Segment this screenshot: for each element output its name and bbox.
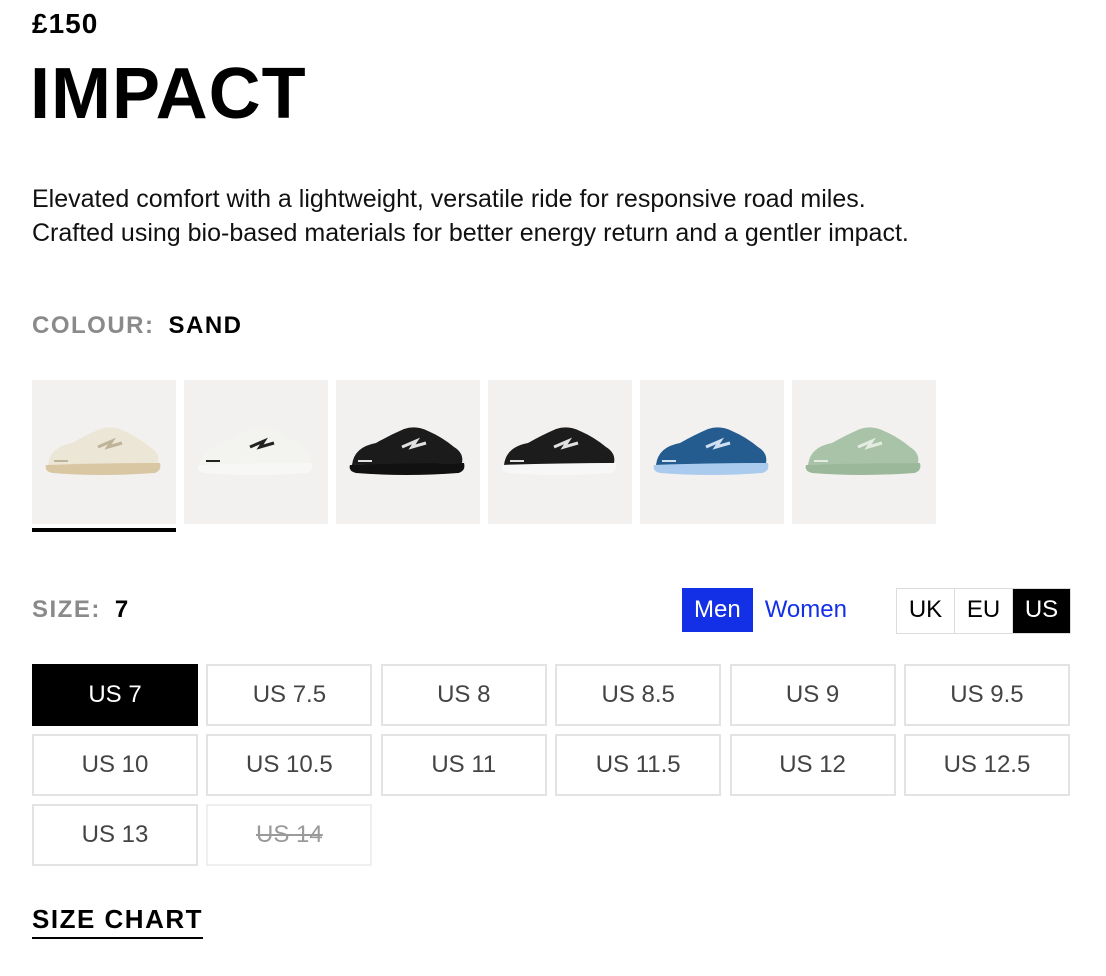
colour-swatch-black[interactable] xyxy=(336,380,480,532)
size-option-button[interactable]: US 11.5 xyxy=(555,734,722,796)
size-option-button[interactable]: US 12 xyxy=(729,734,896,796)
product-title: IMPACT xyxy=(30,54,307,134)
size-unit-toggle: UK EU US xyxy=(896,588,1071,634)
colour-swatch-white-black[interactable] xyxy=(184,380,328,532)
description-line-1: Elevated comfort with a lightweight, ver… xyxy=(32,185,866,213)
gender-option-men[interactable]: Men xyxy=(682,588,753,632)
shoe-icon xyxy=(349,427,465,475)
unit-option-eu[interactable]: EU xyxy=(955,589,1013,633)
size-option-button[interactable]: US 10 xyxy=(32,734,198,796)
shoe-icon xyxy=(805,427,921,475)
shoe-thumbnail xyxy=(184,380,328,524)
size-option-button[interactable]: US 13 xyxy=(32,804,198,866)
size-label: SIZE: xyxy=(32,596,101,623)
shoe-thumbnail xyxy=(792,380,936,524)
product-description: Elevated comfort with a lightweight, ver… xyxy=(32,182,1092,250)
product-detail-panel: £150 IMPACT Elevated comfort with a ligh… xyxy=(0,0,1106,976)
shoe-thumbnail xyxy=(488,380,632,524)
unit-option-uk[interactable]: UK xyxy=(897,589,955,633)
colour-swatch-sage[interactable] xyxy=(792,380,936,532)
colour-swatch-blue[interactable] xyxy=(640,380,784,532)
selected-swatch-underline xyxy=(32,528,176,532)
gender-toggle: Men Women xyxy=(682,588,859,632)
size-chart-link[interactable]: SIZE CHART xyxy=(32,904,203,939)
product-price: £150 xyxy=(32,8,99,39)
size-option-button[interactable]: US 8.5 xyxy=(555,664,722,726)
size-option-button[interactable]: US 7.5 xyxy=(206,664,373,726)
gender-option-women[interactable]: Women xyxy=(753,588,859,632)
shoe-thumbnail xyxy=(336,380,480,524)
description-line-2: Crafted using bio-based materials for be… xyxy=(32,219,909,247)
size-option-button[interactable]: US 9.5 xyxy=(903,664,1070,726)
colour-swatches xyxy=(32,380,936,532)
colour-value: SAND xyxy=(168,312,243,339)
shoe-icon xyxy=(653,427,769,475)
shoe-icon xyxy=(501,427,617,475)
size-option-button[interactable]: US 9 xyxy=(729,664,896,726)
size-selector-label: SIZE: 7 xyxy=(32,596,130,624)
colour-label: COLOUR: xyxy=(32,312,155,339)
colour-swatch-sand[interactable] xyxy=(32,380,176,532)
unit-option-us[interactable]: US xyxy=(1013,589,1070,633)
shoe-thumbnail xyxy=(640,380,784,524)
size-option-button[interactable]: US 11 xyxy=(380,734,547,796)
size-option-button[interactable]: US 10.5 xyxy=(206,734,373,796)
size-option-button[interactable]: US 14 xyxy=(206,804,373,866)
colour-selector-label: COLOUR: SAND xyxy=(32,312,243,340)
size-option-button[interactable]: US 12.5 xyxy=(903,734,1070,796)
size-option-button[interactable]: US 7 xyxy=(32,664,198,726)
size-option-button[interactable]: US 8 xyxy=(380,664,547,726)
colour-swatch-black-white[interactable] xyxy=(488,380,632,532)
size-value: 7 xyxy=(114,596,130,623)
shoe-thumbnail xyxy=(32,380,176,524)
size-grid: US 7 US 7.5 US 8 US 8.5 US 9 US 9.5 US 10 US 10… xyxy=(32,664,1070,866)
shoe-icon xyxy=(45,427,161,475)
shoe-icon xyxy=(197,427,313,475)
